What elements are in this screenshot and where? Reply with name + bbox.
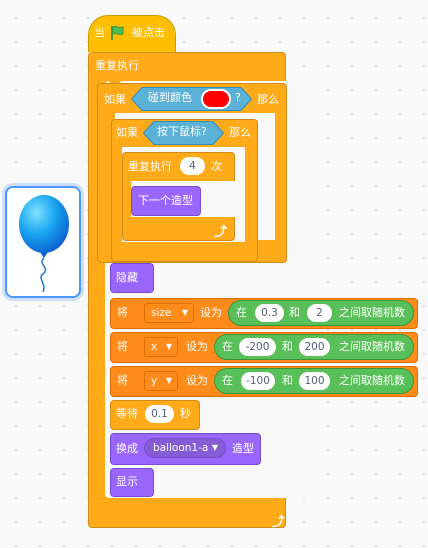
touching-color-label: 碰到颜色 [148,91,192,104]
x-variable-dropdown[interactable]: x ▼ [144,337,178,357]
mouse-down-label: 按下鼠标? [157,125,207,138]
costume-dropdown[interactable]: balloon1-a ▼ [144,438,226,458]
random-size-random-label: 之间取随机数 [339,306,405,319]
random-size-to-input[interactable]: 2 [307,304,332,322]
switch-costume-label: 换成 [116,442,138,455]
if1-then-label: 那么 [257,93,279,106]
touching-color-condition[interactable]: 碰到颜色 ? [131,87,252,111]
set-y-to-label: 设为 [186,374,208,387]
dropdown-caret-icon: ▼ [165,342,172,351]
set-size-to-label: 设为 [200,306,222,319]
wait-label: 等待 [116,407,138,420]
repeat-count-input[interactable]: 4 [180,157,205,175]
repeat-arrow-icon: ⤴ [214,225,228,240]
random-x-and-label: 和 [282,340,293,353]
random-size-and-label: 和 [289,306,300,319]
size-variable-dropdown[interactable]: size ▼ [144,303,194,323]
if2-then-label: 那么 [229,126,251,139]
repeat-times-label: 次 [211,160,222,173]
set-y-set-label: 将 [117,374,128,387]
if1-if-label: 如果 [104,93,126,106]
random-y-and-label: 和 [282,374,293,387]
next-costume-label: 下一个造型 [138,194,193,207]
set-x-set-label: 将 [117,340,128,353]
set-size-set-label: 将 [117,306,128,319]
random-size-in-label: 在 [236,306,247,319]
y-variable-dropdown[interactable]: y ▼ [144,371,178,391]
balloon-icon [19,195,69,293]
random-size-from-input[interactable]: 0.3 [255,304,284,322]
if2-if-label: 如果 [116,126,138,139]
show-label: 显示 [116,475,138,488]
forever-label: 重复执行 [95,59,139,72]
switch-costume-suffix: 造型 [232,442,254,455]
forever-arrow-icon: ⤴ [272,515,286,530]
random-x-from-input[interactable]: -200 [239,338,276,356]
random-y-from-input[interactable]: -100 [241,372,275,390]
random-x-in-label: 在 [222,340,233,353]
random-y-to-input[interactable]: 100 [299,372,330,390]
touching-color-q: ? [235,91,241,104]
mouse-down-condition[interactable]: 按下鼠标? [143,121,224,145]
green-flag-icon [111,25,124,40]
color-swatch[interactable] [201,89,231,109]
random-y-in-label: 在 [222,374,233,387]
hat-when-label: 当 [94,26,105,39]
random-y-random-label: 之间取随机数 [339,374,405,387]
random-x-random-label: 之间取随机数 [339,340,405,353]
set-x-to-label: 设为 [186,340,208,353]
hide-label: 隐藏 [116,271,138,284]
random-x-to-input[interactable]: 200 [299,338,330,356]
dropdown-caret-icon: ▼ [181,308,188,317]
repeat-label: 重复执行 [128,160,172,173]
hat-clicked-label: 被点击 [132,26,165,39]
wait-unit-label: 秒 [180,407,191,420]
sprite-thumbnail[interactable] [5,186,81,298]
dropdown-caret-icon: ▼ [165,376,172,385]
dropdown-caret-icon: ▼ [211,443,218,452]
wait-secs-input[interactable]: 0.1 [145,405,174,423]
